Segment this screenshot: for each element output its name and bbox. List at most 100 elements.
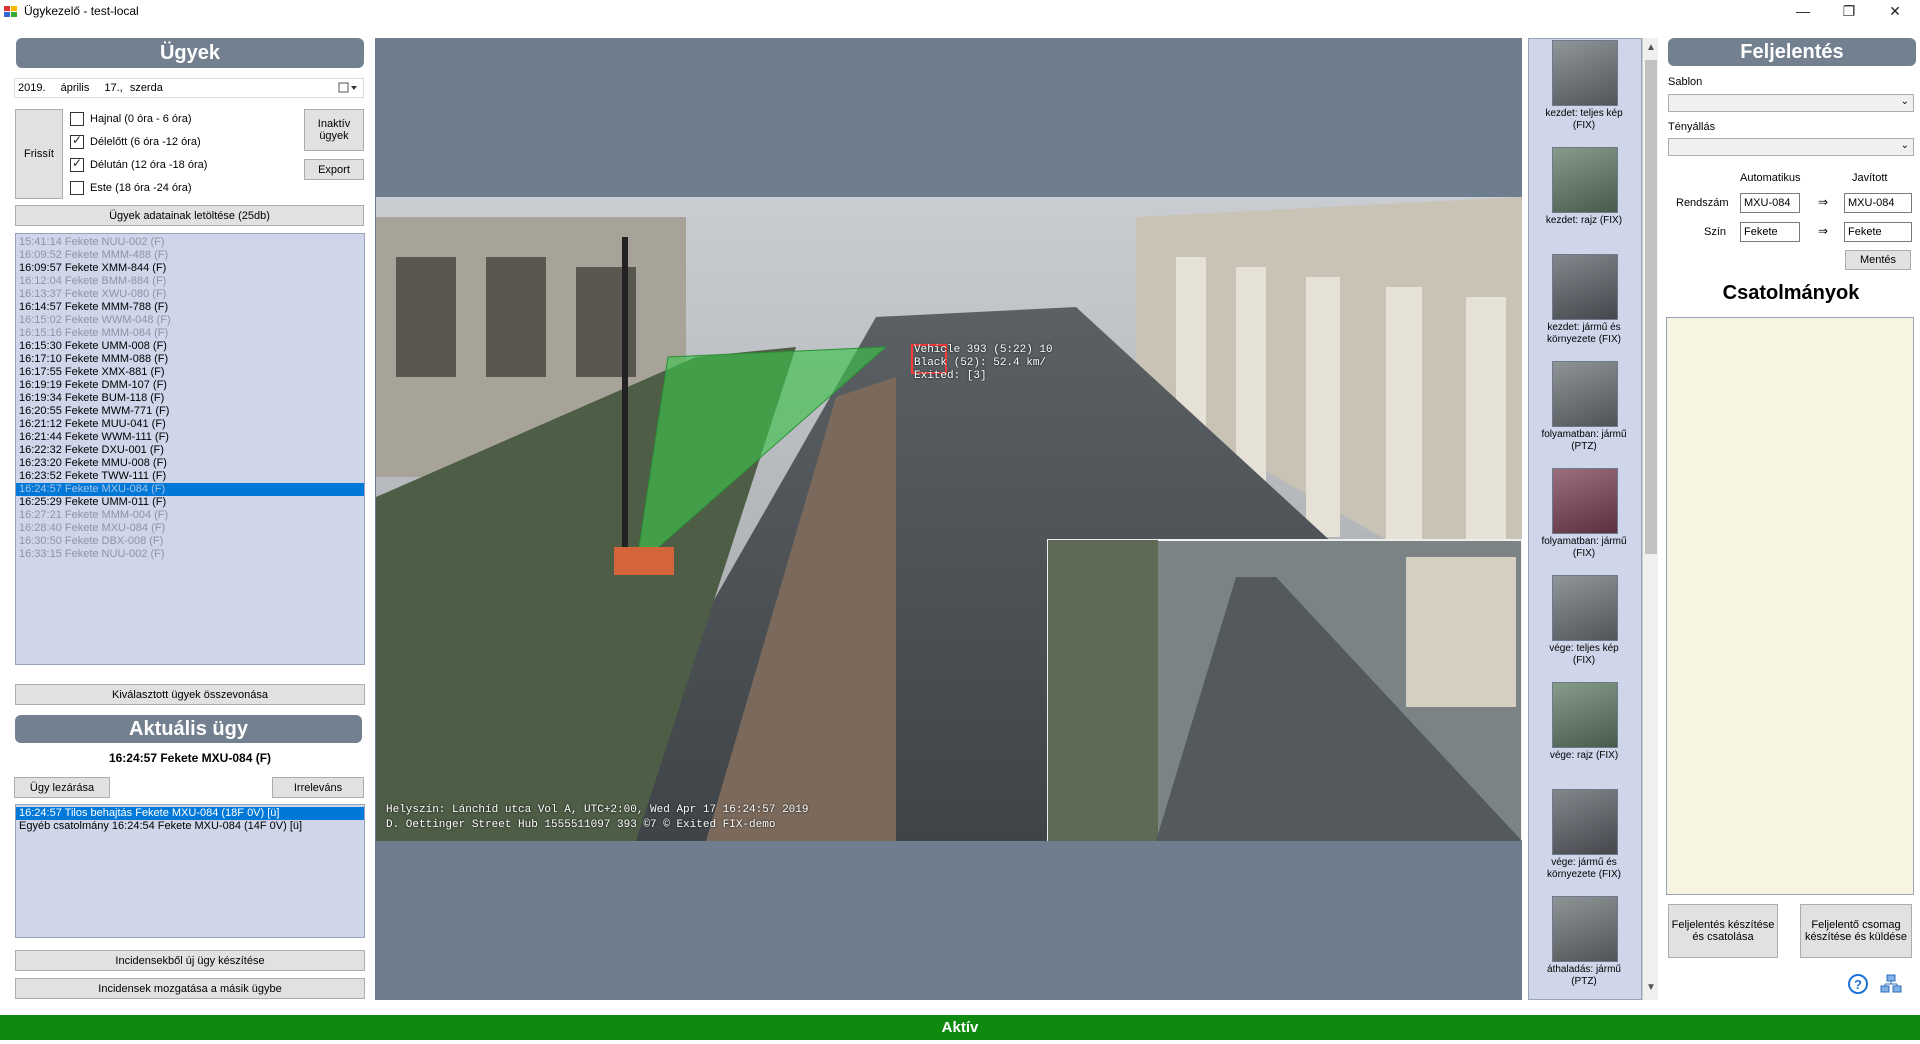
attachments-area[interactable] <box>1666 317 1914 895</box>
case-list-item[interactable]: 16:24:57 Fekete MXU-084 (F) <box>16 483 364 496</box>
detection-label: Vehicle 393 (5:22) 10 Black (52): 52.4 k… <box>914 344 1053 382</box>
attachments-header: Csatolmányok <box>1722 282 1860 304</box>
date-weekday: szerda <box>129 82 163 94</box>
case-list-item[interactable]: 16:25:29 Fekete UMM-011 (F) <box>16 496 364 509</box>
date-picker[interactable]: 2019. április 17., szerda <box>14 78 364 98</box>
case-list-item[interactable]: 16:09:57 Fekete XMM-844 (F) <box>16 262 364 275</box>
incident-list-item[interactable]: Egyéb csatolmány 16:24:54 Fekete MXU-084… <box>16 820 364 833</box>
thumbnail-caption: kezdet: rajz (FIX) <box>1545 215 1623 226</box>
calendar-dropdown-icon[interactable] <box>337 81 359 95</box>
scroll-down-icon[interactable]: ▼ <box>1646 982 1656 993</box>
facts-label: Tényállás <box>1668 121 1716 133</box>
plate-fixed-field[interactable]: MXU-084 <box>1844 193 1912 213</box>
case-list-item[interactable]: 16:23:52 Fekete TWW-111 (F) <box>16 470 364 483</box>
incident-list-item[interactable]: 16:24:57 Tilos behajtás Fekete MXU-084 (… <box>16 807 364 820</box>
case-list-item[interactable]: 16:20:55 Fekete MWM-771 (F) <box>16 405 364 418</box>
scroll-up-icon[interactable]: ▲ <box>1646 42 1656 53</box>
date-year: 2019. <box>18 82 46 94</box>
case-list-item[interactable]: 15:41:14 Fekete NUU-002 (F) <box>16 236 364 249</box>
case-list-item[interactable]: 16:30:50 Fekete DBX-008 (F) <box>16 535 364 548</box>
filter-morning-checkbox[interactable] <box>70 133 84 149</box>
case-list-item[interactable]: 16:21:44 Fekete WWM-111 (F) <box>16 431 364 444</box>
thumbnail-item[interactable]: vége: teljes kép (FIX) <box>1536 575 1632 679</box>
case-list-item[interactable]: 16:15:02 Fekete WWM-048 (F) <box>16 314 364 327</box>
export-button[interactable]: Export <box>304 159 364 180</box>
thumbnail-item[interactable]: vége: jármű és környezete (FIX) <box>1536 789 1632 893</box>
thumbnail-image[interactable] <box>1552 789 1618 855</box>
thumbnail-item[interactable]: folyamatban: jármű (PTZ) <box>1536 361 1632 465</box>
filter-morning[interactable]: Délelőtt (6 óra -12 óra) <box>70 133 290 151</box>
thumbnail-image[interactable] <box>1552 147 1618 213</box>
thumbnail-scrollbar[interactable]: ▲ ▼ <box>1642 38 1658 1000</box>
thumbnail-image[interactable] <box>1552 361 1618 427</box>
thumbnail-image[interactable] <box>1552 896 1618 962</box>
case-list-item[interactable]: 16:19:34 Fekete BUM-118 (F) <box>16 392 364 405</box>
current-case-header: Aktuális ügy <box>15 715 362 743</box>
make-report-button[interactable]: Feljelentés készítése és csatolása <box>1668 904 1778 958</box>
filter-evening-checkbox[interactable] <box>70 181 84 195</box>
close-case-button[interactable]: Ügy lezárása <box>14 777 110 798</box>
color-fixed-field[interactable]: Fekete <box>1844 222 1912 242</box>
case-list-item[interactable]: 16:28:40 Fekete MXU-084 (F) <box>16 522 364 535</box>
case-list-item[interactable]: 16:09:52 Fekete MMM-488 (F) <box>16 249 364 262</box>
case-list-item[interactable]: 16:17:55 Fekete XMX-881 (F) <box>16 366 364 379</box>
thumbnail-item[interactable]: kezdet: jármű és környezete (FIX) <box>1536 254 1632 358</box>
filter-evening[interactable]: Este (18 óra -24 óra) <box>70 179 290 197</box>
case-list-item[interactable]: 16:21:12 Fekete MUU-041 (F) <box>16 418 364 431</box>
thumbnail-item[interactable]: kezdet: rajz (FIX) <box>1536 147 1632 251</box>
thumbnail-caption: vége: rajz (FIX) <box>1549 750 1619 761</box>
thumbnail-item[interactable]: kezdet: teljes kép (FIX) <box>1536 40 1632 144</box>
move-incidents-button[interactable]: Incidensek mozgatása a másik ügybe <box>15 978 365 999</box>
new-case-from-incidents-button[interactable]: Incidensekből új ügy készítése <box>15 950 365 971</box>
svg-text:?: ? <box>1854 977 1862 992</box>
help-icon[interactable]: ? <box>1848 974 1868 994</box>
scrollbar-thumb[interactable] <box>1645 60 1657 554</box>
refresh-button[interactable]: Frissít <box>15 109 63 199</box>
color-arrow-icon: ⇒ <box>1818 224 1829 238</box>
thumbnail-item[interactable]: áthaladás: jármű (PTZ) <box>1536 896 1632 1000</box>
close-window-button[interactable]: ✕ <box>1872 0 1918 22</box>
filter-afternoon[interactable]: Délután (12 óra -18 óra) <box>70 156 290 174</box>
template-select[interactable]: ⌄ <box>1668 94 1914 112</box>
thumbnail-item[interactable]: vége: rajz (FIX) <box>1536 682 1632 786</box>
thumbnail-image[interactable] <box>1552 40 1618 106</box>
camera-frame[interactable]: Vehicle 393 (5:22) 10 Black (52): 52.4 k… <box>376 197 1522 841</box>
case-list-item[interactable]: 16:23:20 Fekete MMU-008 (F) <box>16 457 364 470</box>
case-list-item[interactable]: 16:12:04 Fekete BMM-884 (F) <box>16 275 364 288</box>
network-icon[interactable] <box>1880 974 1902 994</box>
case-list-item[interactable]: 16:33:15 Fekete NUU-002 (F) <box>16 548 364 561</box>
case-list-item[interactable]: 16:19:19 Fekete DMM-107 (F) <box>16 379 364 392</box>
maximize-button[interactable]: ❐ <box>1826 0 1872 22</box>
thumbnail-image[interactable] <box>1552 468 1618 534</box>
filter-dawn[interactable]: Hajnal (0 óra - 6 óra) <box>70 110 290 128</box>
thumbnail-image[interactable] <box>1552 254 1618 320</box>
fixed-column-label: Javított <box>1852 172 1888 184</box>
case-list-item[interactable]: 16:27:21 Fekete MMM-004 (F) <box>16 509 364 522</box>
color-auto-field[interactable]: Fekete <box>1740 222 1800 242</box>
download-cases-button[interactable]: Ügyek adatainak letöltése (25db) <box>15 205 364 226</box>
thumbnail-image[interactable] <box>1552 682 1618 748</box>
thumbnail-caption: áthaladás: jármű (PTZ) <box>1547 964 1621 987</box>
irrelevant-button[interactable]: Irreleváns <box>272 777 364 798</box>
thumbnail-image[interactable] <box>1552 575 1618 641</box>
case-list-item[interactable]: 16:14:57 Fekete MMM-788 (F) <box>16 301 364 314</box>
template-label: Sablon <box>1668 76 1703 88</box>
send-report-button[interactable]: Feljelentő csomag készítése és küldése <box>1800 904 1912 958</box>
inactive-cases-button[interactable]: Inaktív ügyek <box>304 109 364 151</box>
case-list-item[interactable]: 16:22:32 Fekete DXU-001 (F) <box>16 444 364 457</box>
case-list-item[interactable]: 16:17:10 Fekete MMM-088 (F) <box>16 353 364 366</box>
filter-afternoon-checkbox[interactable] <box>70 156 84 172</box>
save-button[interactable]: Mentés <box>1845 250 1911 270</box>
minimize-button[interactable]: — <box>1780 0 1826 22</box>
thumbnail-item[interactable]: folyamatban: jármű (FIX) <box>1536 468 1632 572</box>
plate-auto-field[interactable]: MXU-084 <box>1740 193 1800 213</box>
case-list-item[interactable]: 16:13:37 Fekete XWU-080 (F) <box>16 288 364 301</box>
cases-list[interactable]: 15:41:14 Fekete NUU-002 (F) 16:09:52 Feke… <box>15 233 365 665</box>
filter-dawn-checkbox[interactable] <box>70 112 84 126</box>
case-list-item[interactable]: 16:15:16 Fekete MMM-084 (F) <box>16 327 364 340</box>
thumbnail-caption: vége: teljes kép (FIX) <box>1549 643 1619 666</box>
facts-select[interactable]: ⌄ <box>1668 138 1914 156</box>
merge-cases-button[interactable]: Kiválasztott ügyek összevonása <box>15 684 365 705</box>
case-list-item[interactable]: 16:15:30 Fekete UMM-008 (F) <box>16 340 364 353</box>
incident-list[interactable]: 16:24:57 Tilos behajtás Fekete MXU-084 (… <box>15 804 365 938</box>
